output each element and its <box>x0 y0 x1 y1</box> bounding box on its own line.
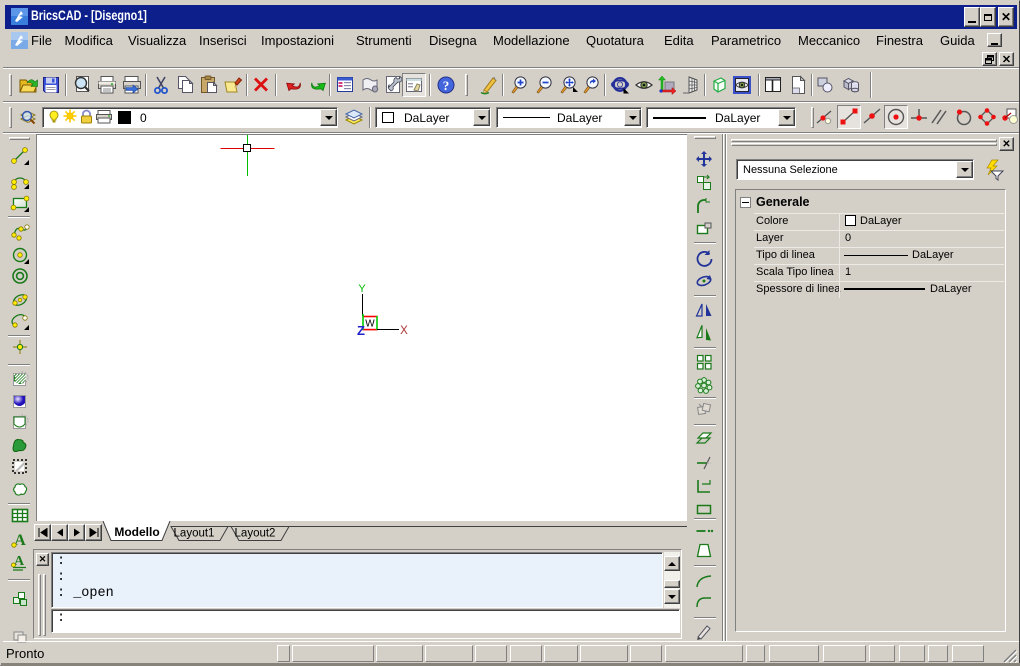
svg-text:Layout1: Layout1 <box>174 528 215 540</box>
svg-text:A: A <box>14 554 25 569</box>
svg-text:X: X <box>400 325 408 337</box>
svg-text:?: ? <box>443 78 450 93</box>
svg-text:Layout2: Layout2 <box>235 528 276 540</box>
svg-text:Modello: Modello <box>114 525 159 539</box>
svg-text:W: W <box>365 319 375 330</box>
svg-text:Z: Z <box>357 323 365 338</box>
svg-text:Y: Y <box>358 283 366 295</box>
